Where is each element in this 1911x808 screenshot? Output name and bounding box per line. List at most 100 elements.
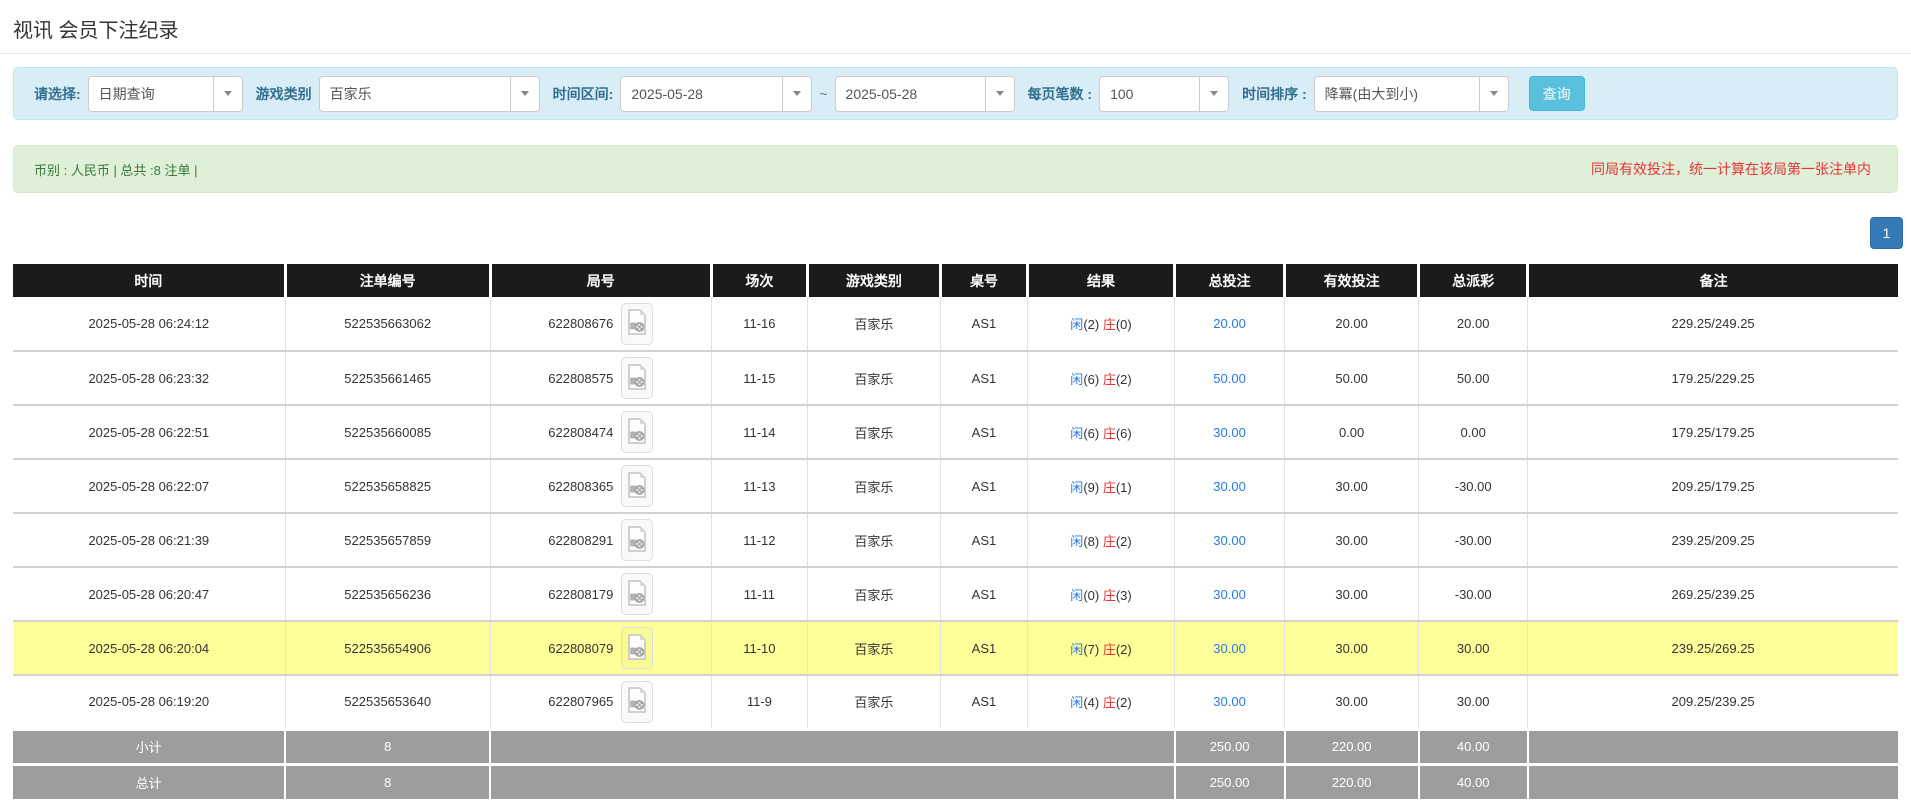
- query-type-value: 日期查询: [89, 77, 213, 111]
- query-type-label: 请选择:: [34, 84, 81, 104]
- game-type-cell: 百家乐: [807, 675, 940, 729]
- pagination-page-1[interactable]: 1: [1870, 217, 1903, 249]
- col-round-id: 局号: [490, 264, 711, 297]
- video-record-button[interactable]: [621, 627, 653, 669]
- table-body: 2025-05-28 06:24:12522535663062622808676…: [13, 297, 1898, 799]
- total-bet-link[interactable]: 50.00: [1213, 371, 1246, 386]
- round-id-wrap: 622808079: [548, 627, 653, 669]
- round-id-wrap: 622808474: [548, 411, 653, 453]
- banker-count: (2): [1116, 372, 1132, 387]
- session-cell: 11-14: [711, 405, 807, 459]
- chevron-down-icon[interactable]: [510, 77, 539, 111]
- total-bet-link[interactable]: 30.00: [1213, 641, 1246, 656]
- table-no-cell: AS1: [940, 513, 1027, 567]
- banker-count: (3): [1116, 588, 1132, 603]
- date-range-label: 时间区间:: [553, 84, 614, 104]
- game-type-cell: 百家乐: [807, 405, 940, 459]
- subtotal-row-payout: 40.00: [1419, 729, 1528, 764]
- video-record-button[interactable]: [621, 681, 653, 723]
- film-file-icon: [627, 634, 647, 663]
- col-remark: 备注: [1528, 264, 1898, 297]
- valid-bet-cell: 30.00: [1285, 459, 1419, 513]
- time-sort-select[interactable]: 降冪(由大到小): [1314, 76, 1509, 112]
- total-bet-link[interactable]: 30.00: [1213, 587, 1246, 602]
- remark-cell: 209.25/239.25: [1528, 675, 1898, 729]
- time-cell: 2025-05-28 06:20:47: [13, 567, 285, 621]
- payout-cell: -30.00: [1419, 513, 1528, 567]
- total-bet-cell: 30.00: [1175, 621, 1285, 675]
- player-result: 闲: [1070, 642, 1083, 657]
- chevron-down-icon[interactable]: [1479, 77, 1508, 111]
- query-type-select[interactable]: 日期查询: [88, 76, 243, 112]
- subtotal-row-remark: [1528, 729, 1898, 764]
- total-bet-link[interactable]: 30.00: [1213, 425, 1246, 440]
- chevron-down-icon[interactable]: [213, 77, 242, 111]
- table-row: 2025-05-28 06:22:07522535658825622808365…: [13, 459, 1898, 513]
- page-header: 视讯 会员下注纪录: [0, 0, 1911, 54]
- round-id-value: 622808474: [548, 425, 613, 440]
- valid-bet-cell: 30.00: [1285, 567, 1419, 621]
- round-id-cell: 622808676: [490, 297, 711, 351]
- date-to-select[interactable]: 2025-05-28: [835, 76, 1015, 112]
- session-cell: 11-15: [711, 351, 807, 405]
- col-payout: 总派彩: [1419, 264, 1528, 297]
- grand-total-row-count: 8: [285, 764, 490, 799]
- game-type-cell: 百家乐: [807, 567, 940, 621]
- round-id-cell: 622808575: [490, 351, 711, 405]
- session-cell: 11-16: [711, 297, 807, 351]
- chevron-down-icon[interactable]: [985, 77, 1014, 111]
- page-size-select[interactable]: 100: [1099, 76, 1229, 112]
- video-record-button[interactable]: [621, 573, 653, 615]
- round-id-cell: 622808365: [490, 459, 711, 513]
- payout-cell: 30.00: [1419, 621, 1528, 675]
- total-bet-link[interactable]: 30.00: [1213, 694, 1246, 709]
- bet-records-table: 时间 注单编号 局号 场次 游戏类别 桌号 结果 总投注 有效投注 总派彩 备注…: [13, 264, 1898, 799]
- video-record-button[interactable]: [621, 411, 653, 453]
- col-table-no: 桌号: [940, 264, 1027, 297]
- remark-cell: 239.25/209.25: [1528, 513, 1898, 567]
- chevron-down-icon[interactable]: [782, 77, 811, 111]
- valid-bet-cell: 0.00: [1285, 405, 1419, 459]
- result-cell: 闲(4) 庄(2): [1027, 675, 1174, 729]
- round-id-wrap: 622807965: [548, 681, 653, 723]
- video-record-button[interactable]: [621, 519, 653, 561]
- game-type-cell: 百家乐: [807, 351, 940, 405]
- round-id-wrap: 622808676: [548, 303, 653, 345]
- video-record-button[interactable]: [621, 357, 653, 399]
- time-cell: 2025-05-28 06:20:04: [13, 621, 285, 675]
- total-bet-link[interactable]: 30.00: [1213, 479, 1246, 494]
- player-result: 闲: [1070, 372, 1083, 387]
- page-size-label: 每页笔数 :: [1028, 84, 1093, 104]
- total-bet-link[interactable]: 30.00: [1213, 533, 1246, 548]
- table-row: 2025-05-28 06:20:04522535654906622808079…: [13, 621, 1898, 675]
- date-from-select[interactable]: 2025-05-28: [620, 76, 812, 112]
- video-record-button[interactable]: [621, 303, 653, 345]
- chevron-down-icon[interactable]: [1199, 77, 1228, 111]
- bet-id-cell: 522535657859: [285, 513, 490, 567]
- payout-cell: 20.00: [1419, 297, 1528, 351]
- round-id-wrap: 622808291: [548, 519, 653, 561]
- player-count: (0): [1083, 588, 1103, 603]
- payout-cell: -30.00: [1419, 459, 1528, 513]
- date-to-value: 2025-05-28: [836, 77, 985, 111]
- banker-count: (2): [1116, 642, 1132, 657]
- round-id-wrap: 622808179: [548, 573, 653, 615]
- total-bet-link[interactable]: 20.00: [1213, 316, 1246, 331]
- table-row: 2025-05-28 06:19:20522535653640622807965…: [13, 675, 1898, 729]
- game-type-select[interactable]: 百家乐: [319, 76, 540, 112]
- round-id-value: 622808179: [548, 587, 613, 602]
- col-total-bet: 总投注: [1175, 264, 1285, 297]
- time-cell: 2025-05-28 06:21:39: [13, 513, 285, 567]
- remark-cell: 229.25/249.25: [1528, 297, 1898, 351]
- banker-result: 庄: [1103, 642, 1116, 657]
- filter-bar: 请选择: 日期查询 游戏类别 百家乐 时间区间: 2025-05-28 ~ 20…: [13, 67, 1898, 120]
- col-time: 时间: [13, 264, 285, 297]
- table-no-cell: AS1: [940, 459, 1027, 513]
- banker-count: (2): [1116, 534, 1132, 549]
- session-cell: 11-10: [711, 621, 807, 675]
- search-button[interactable]: 查询: [1529, 76, 1585, 111]
- video-record-button[interactable]: [621, 465, 653, 507]
- result-cell: 闲(6) 庄(2): [1027, 351, 1174, 405]
- total-bet-cell: 30.00: [1175, 675, 1285, 729]
- total-bet-cell: 20.00: [1175, 297, 1285, 351]
